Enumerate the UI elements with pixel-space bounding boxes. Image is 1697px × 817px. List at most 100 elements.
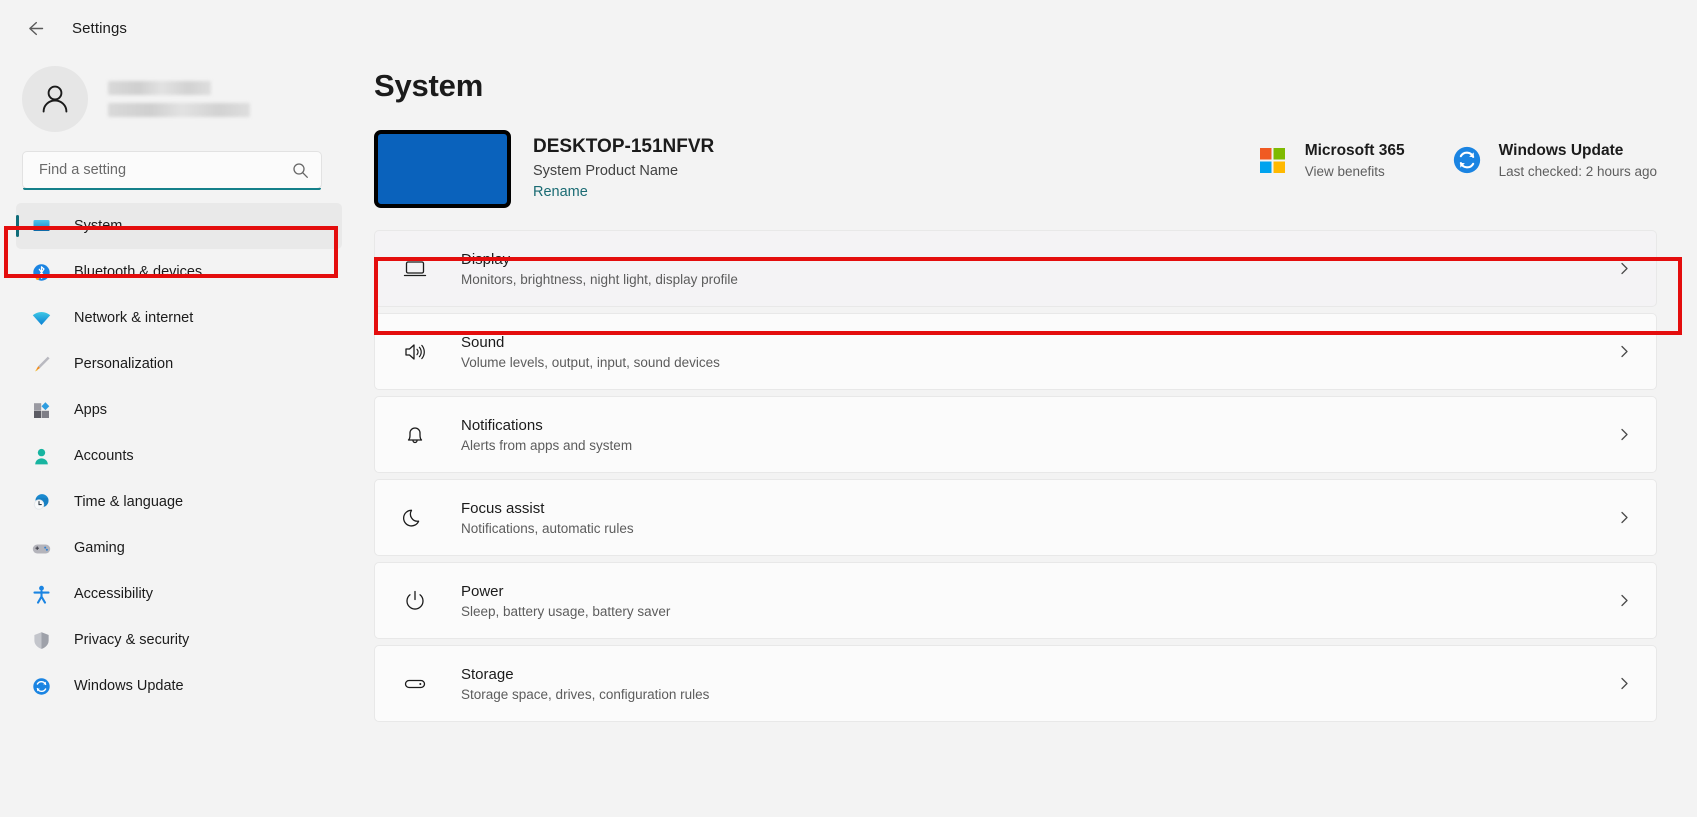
card-subtitle: Last checked: 2 hours ago: [1498, 164, 1657, 179]
bluetooth-icon: [28, 262, 54, 283]
sidebar-item-label: Time & language: [74, 494, 184, 510]
row-text: Storage Storage space, drives, configura…: [461, 666, 709, 702]
title-bar: Settings: [0, 0, 1697, 56]
window-title: Settings: [72, 19, 127, 37]
row-title: Notifications: [461, 416, 543, 434]
avatar: [22, 66, 88, 132]
back-arrow-icon: [28, 21, 43, 35]
row-title: Storage: [461, 665, 514, 683]
sidebar-item-label: Gaming: [74, 540, 125, 556]
drive-icon: [395, 671, 435, 697]
row-text: Notifications Alerts from apps and syste…: [461, 417, 632, 453]
clock-globe-icon: [28, 492, 54, 513]
chevron-right-icon[interactable]: [1614, 677, 1634, 690]
sidebar-item-accounts[interactable]: Accounts: [16, 433, 342, 479]
search-container: [22, 151, 322, 190]
person-icon: [42, 85, 68, 113]
device-model: System Product Name: [533, 163, 679, 179]
update-refresh-icon: [28, 676, 54, 697]
accessibility-person-icon: [28, 584, 54, 605]
sidebar-item-gaming[interactable]: Gaming: [16, 525, 342, 571]
chevron-right-icon[interactable]: [1614, 594, 1634, 607]
window-body: System Bluetooth & devices: [0, 56, 1697, 817]
sidebar-item-windows-update[interactable]: Windows Update: [16, 663, 342, 709]
gamepad-icon: [28, 538, 54, 559]
sidebar-item-time-language[interactable]: Time & language: [16, 479, 342, 525]
row-title: Power: [461, 582, 504, 600]
sidebar-item-label: Accessibility: [74, 586, 153, 602]
row-title: Display: [461, 250, 511, 268]
settings-row-sound[interactable]: Sound Volume levels, output, input, soun…: [374, 313, 1657, 390]
info-cards: Microsoft 365 View benefits Windows Upda…: [1257, 130, 1657, 179]
sidebar-item-network-internet[interactable]: Network & internet: [16, 295, 342, 341]
card-text: Windows Update Last checked: 2 hours ago: [1499, 142, 1657, 179]
search-icon[interactable]: [292, 162, 309, 179]
account-email-redacted: [108, 103, 250, 117]
main-content: System DESKTOP-151NFVR System Product Na…: [358, 56, 1697, 817]
device-info: DESKTOP-151NFVR System Product Name Rena…: [533, 130, 714, 201]
device-name: DESKTOP-151NFVR: [533, 136, 715, 157]
apps-icon: [28, 400, 54, 421]
account-text: [108, 81, 250, 117]
card-microsoft-365[interactable]: Microsoft 365 View benefits: [1257, 142, 1405, 179]
sidebar-item-label: Network & internet: [74, 310, 194, 326]
search-box[interactable]: [22, 151, 322, 189]
page-title: System: [374, 68, 484, 103]
sidebar-item-label: Personalization: [74, 356, 174, 372]
moon-icon: [395, 505, 435, 531]
row-subtitle: Storage space, drives, configuration rul…: [461, 686, 710, 702]
sidebar-item-apps[interactable]: Apps: [16, 387, 342, 433]
settings-row-storage[interactable]: Storage Storage space, drives, configura…: [374, 645, 1657, 722]
sidebar-item-privacy-security[interactable]: Privacy & security: [16, 617, 342, 663]
power-icon: [395, 588, 435, 614]
settings-row-display[interactable]: Display Monitors, brightness, night ligh…: [374, 230, 1657, 307]
sidebar-item-system[interactable]: System: [16, 203, 342, 249]
card-text: Microsoft 365 View benefits: [1305, 142, 1405, 179]
update-refresh-icon: [1451, 144, 1483, 176]
settings-window: Settings Find a setting System Bluetooth…: [0, 0, 1697, 817]
rename-link[interactable]: Rename: [533, 184, 588, 200]
search-focus-underline: [23, 188, 321, 190]
account-block[interactable]: [16, 56, 342, 142]
row-subtitle: Notifications, automatic rules: [461, 520, 634, 536]
back-button[interactable]: [18, 11, 52, 45]
system-monitor-icon: [28, 216, 54, 237]
settings-row-focus-assist[interactable]: Focus assist Notifications, automatic ru…: [374, 479, 1657, 556]
row-text: Display Monitors, brightness, night ligh…: [461, 251, 738, 287]
card-title: Microsoft 365: [1304, 142, 1405, 159]
card-title: Windows Update: [1498, 142, 1624, 159]
sidebar-item-personalization[interactable]: Personalization: [16, 341, 342, 387]
card-subtitle[interactable]: View benefits: [1305, 164, 1405, 179]
sidebar-item-bluetooth-devices[interactable]: Bluetooth & devices: [16, 249, 342, 295]
card-windows-update[interactable]: Windows Update Last checked: 2 hours ago: [1451, 142, 1657, 179]
row-subtitle: Alerts from apps and system: [461, 437, 633, 453]
settings-list: Display Monitors, brightness, night ligh…: [374, 230, 1657, 722]
device-thumbnail: [374, 130, 511, 208]
settings-row-notifications[interactable]: Notifications Alerts from apps and syste…: [374, 396, 1657, 473]
sidebar-item-label: Bluetooth & devices: [74, 264, 203, 280]
sidebar-item-label: Apps: [74, 402, 108, 418]
row-subtitle: Sleep, battery usage, battery saver: [461, 603, 671, 619]
sidebar-item-label: System: [74, 218, 123, 234]
sidebar: System Bluetooth & devices: [0, 56, 358, 817]
wifi-icon: [28, 308, 54, 329]
row-subtitle: Monitors, brightness, night light, displ…: [461, 271, 738, 287]
chevron-right-icon[interactable]: [1614, 511, 1634, 524]
account-person-icon: [28, 446, 54, 467]
speaker-icon: [395, 339, 435, 365]
row-subtitle: Volume levels, output, input, sound devi…: [461, 354, 720, 370]
chevron-right-icon[interactable]: [1614, 428, 1634, 441]
row-title: Focus assist: [461, 499, 545, 517]
device-summary: DESKTOP-151NFVR System Product Name Rena…: [374, 130, 1657, 216]
sidebar-item-label: Privacy & security: [74, 632, 190, 648]
chevron-right-icon[interactable]: [1614, 345, 1634, 358]
settings-row-power[interactable]: Power Sleep, battery usage, battery save…: [374, 562, 1657, 639]
account-name-redacted: [108, 81, 211, 95]
chevron-right-icon[interactable]: [1614, 262, 1634, 275]
monitor-icon: [395, 256, 435, 282]
search-input[interactable]: [39, 162, 292, 178]
sidebar-item-label: Windows Update: [74, 678, 184, 694]
paintbrush-icon: [28, 354, 54, 375]
sidebar-item-accessibility[interactable]: Accessibility: [16, 571, 342, 617]
shield-icon: [28, 630, 54, 651]
